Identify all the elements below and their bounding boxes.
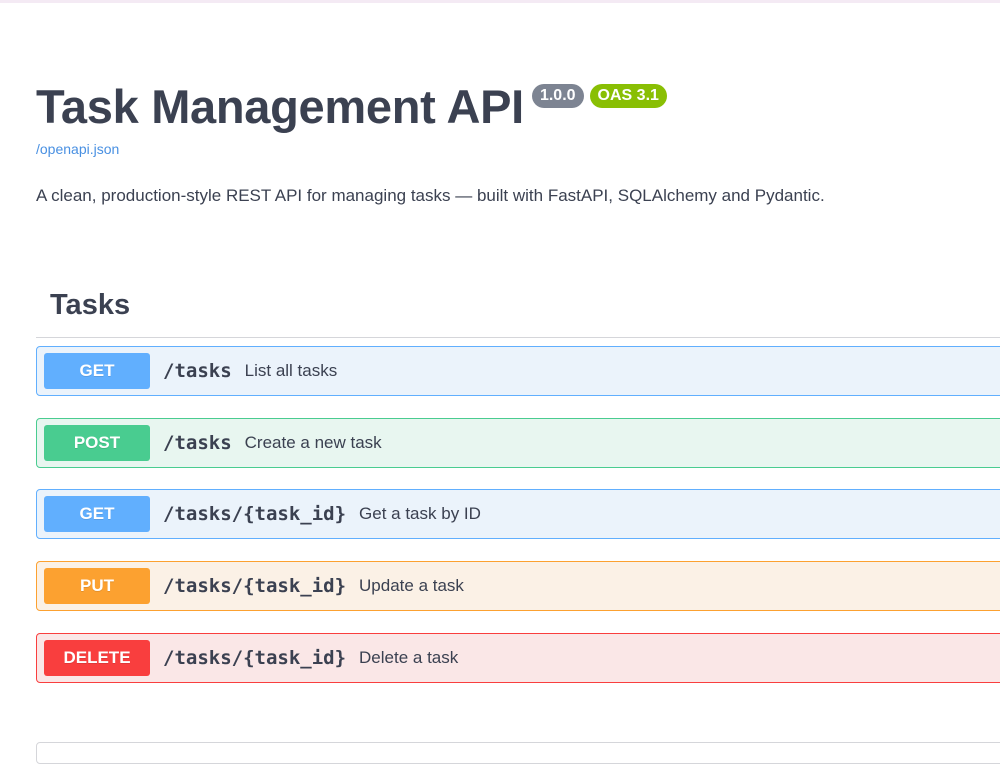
- method-badge: DELETE: [44, 640, 150, 676]
- tag-title: Tasks: [50, 289, 131, 321]
- method-badge: GET: [44, 496, 150, 532]
- method-badge: PUT: [44, 568, 150, 604]
- operation-path: /tasks: [163, 432, 232, 454]
- schemas-section[interactable]: [36, 742, 1000, 764]
- operation-get-tasks[interactable]: GET /tasks List all tasks: [36, 346, 1000, 396]
- oas-badge: OAS 3.1: [589, 84, 667, 108]
- operation-summary: Update a task: [359, 576, 464, 595]
- operation-post-tasks[interactable]: POST /tasks Create a new task: [36, 418, 1000, 468]
- page-title: Task Management API: [36, 80, 524, 133]
- operation-summary: Delete a task: [359, 648, 459, 667]
- api-info: Task Management API 1.0.0 OAS 3.1: [36, 76, 667, 138]
- tag-section-tasks[interactable]: Tasks: [36, 285, 1000, 338]
- operation-path: /tasks/{task_id}: [163, 575, 347, 597]
- operation-summary: List all tasks: [244, 361, 338, 380]
- openapi-json-link[interactable]: /openapi.json: [36, 141, 119, 157]
- method-badge: POST: [44, 425, 150, 461]
- title-row: Task Management API 1.0.0 OAS 3.1: [36, 76, 667, 138]
- top-border: [0, 0, 1000, 3]
- version-badge: 1.0.0: [531, 84, 584, 108]
- operation-path: /tasks: [163, 360, 232, 382]
- operation-summary: Create a new task: [244, 433, 382, 452]
- operation-delete-task[interactable]: DELETE /tasks/{task_id} Delete a task: [36, 633, 1000, 683]
- operation-summary: Get a task by ID: [359, 504, 481, 523]
- api-description: A clean, production-style REST API for m…: [36, 186, 825, 205]
- operation-path: /tasks/{task_id}: [163, 647, 347, 669]
- operation-put-task[interactable]: PUT /tasks/{task_id} Update a task: [36, 561, 1000, 611]
- operation-get-task-by-id[interactable]: GET /tasks/{task_id} Get a task by ID: [36, 489, 1000, 539]
- method-badge: GET: [44, 353, 150, 389]
- operation-path: /tasks/{task_id}: [163, 503, 347, 525]
